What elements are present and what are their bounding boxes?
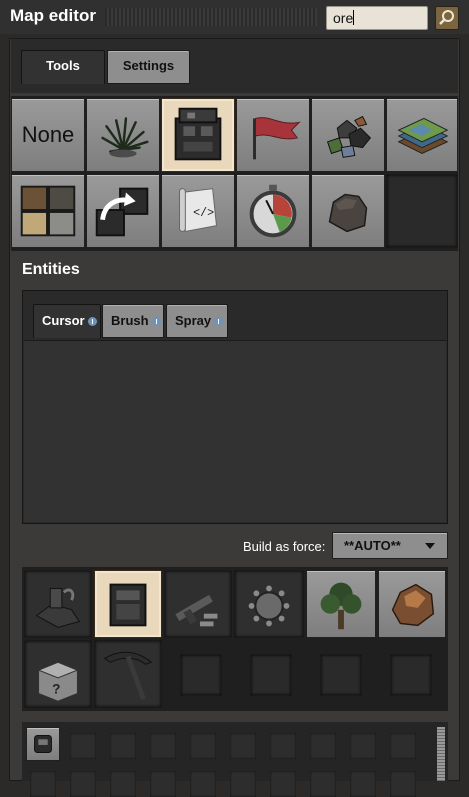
item-slot-empty xyxy=(390,733,416,759)
window-title: Map editor xyxy=(10,6,96,25)
subtab-content xyxy=(24,340,446,522)
tool-decoratives-button[interactable] xyxy=(86,98,160,172)
tool-spawn-flag-button[interactable] xyxy=(236,98,310,172)
mystery-box-icon: ? xyxy=(37,661,79,702)
item-slot-empty xyxy=(310,733,336,759)
search-button[interactable] xyxy=(435,6,459,30)
entity-slot[interactable] xyxy=(306,570,376,638)
tab-tools[interactable]: Tools xyxy=(21,50,105,84)
item-slot-empty xyxy=(270,771,296,797)
chevron-down-icon xyxy=(425,543,435,549)
title-bar: Map editor ore xyxy=(0,0,469,34)
ore-rock-icon xyxy=(391,583,435,627)
spiked-mine-icon xyxy=(248,585,290,627)
entity-slot[interactable] xyxy=(24,570,92,638)
item-slot-empty xyxy=(70,733,96,759)
cliff-rock-icon xyxy=(328,193,368,233)
entity-slot-empty xyxy=(390,654,432,696)
item-slot-empty xyxy=(110,771,136,797)
subtab-spray-label: Spray xyxy=(175,313,212,328)
item-slot-empty xyxy=(70,771,96,797)
section-title-entities: Entities xyxy=(22,261,80,278)
item-slot-empty xyxy=(230,733,256,759)
search-icon xyxy=(439,10,454,25)
entity-slot-empty xyxy=(180,654,222,696)
tool-entities-button[interactable] xyxy=(161,98,235,172)
entity-slot[interactable] xyxy=(234,570,304,638)
tab-settings[interactable]: Settings xyxy=(107,50,190,84)
item-slot-empty xyxy=(310,771,336,797)
drag-handle[interactable] xyxy=(105,8,317,26)
red-flag-icon xyxy=(253,117,301,160)
svg-text:?: ? xyxy=(52,681,60,696)
wreck-icon xyxy=(35,587,81,628)
entity-slot[interactable]: ? xyxy=(24,640,92,708)
terrain-tiles-icon xyxy=(20,185,76,237)
info-icon xyxy=(151,317,161,326)
tool-scripting-button[interactable]: </> xyxy=(161,174,235,248)
chest-machine-icon xyxy=(109,583,147,627)
item-slot-empty xyxy=(350,771,376,797)
svg-text:</>: </> xyxy=(193,206,214,220)
item-slot-empty xyxy=(190,771,216,797)
entity-slot[interactable] xyxy=(94,640,162,708)
item-slot-empty xyxy=(350,733,376,759)
tool-tiles-button[interactable] xyxy=(386,98,458,172)
tool-none-button[interactable]: None xyxy=(11,98,85,172)
item-slot[interactable] xyxy=(26,727,60,761)
subtab-brush[interactable]: Brush xyxy=(102,304,164,338)
item-slot-empty xyxy=(110,733,136,759)
item-slot-empty xyxy=(390,771,416,797)
tool-cliffs-button[interactable] xyxy=(311,174,385,248)
tree-icon xyxy=(320,582,362,630)
item-slot-empty xyxy=(270,733,296,759)
entity-slot[interactable] xyxy=(164,570,232,638)
clone-stamp-icon xyxy=(95,187,149,237)
item-icon xyxy=(34,735,52,753)
info-icon xyxy=(214,317,224,326)
scrollbar[interactable] xyxy=(437,727,445,781)
entity-slot-selected[interactable] xyxy=(94,570,162,638)
decorative-plant-icon xyxy=(101,117,149,158)
search-value: ore xyxy=(333,10,354,26)
item-slot-empty xyxy=(30,771,56,797)
tool-terrain-button[interactable] xyxy=(11,174,85,248)
resources-ore-icon xyxy=(326,115,372,158)
tool-resources-button[interactable] xyxy=(311,98,385,172)
force-dropdown-value: **AUTO** xyxy=(344,538,401,553)
tool-empty-slot xyxy=(386,174,458,248)
tool-none-label: None xyxy=(21,122,75,147)
pickaxe-icon xyxy=(103,651,153,701)
item-slot-empty xyxy=(150,771,176,797)
tiles-icon xyxy=(397,117,449,155)
subtab-spray[interactable]: Spray xyxy=(166,304,228,338)
subtab-brush-label: Brush xyxy=(111,313,149,328)
tool-clone-button[interactable] xyxy=(86,174,160,248)
tool-time-button[interactable] xyxy=(236,174,310,248)
script-icon: </> xyxy=(179,188,218,233)
force-dropdown[interactable]: **AUTO** xyxy=(332,532,448,559)
subtab-cursor[interactable]: Cursor xyxy=(33,304,101,338)
search-input[interactable]: ore xyxy=(326,6,428,30)
item-slot-empty xyxy=(230,771,256,797)
weapons-icon xyxy=(175,594,218,627)
item-slot-empty xyxy=(150,733,176,759)
entity-slot-empty xyxy=(320,654,362,696)
text-caret xyxy=(353,10,355,25)
info-icon xyxy=(87,317,97,326)
entity-editor-icon xyxy=(174,107,222,161)
stopwatch-icon xyxy=(249,184,297,238)
force-label: Build as force: xyxy=(243,539,326,554)
entity-slot-empty xyxy=(250,654,292,696)
item-slot-empty xyxy=(190,733,216,759)
subtab-cursor-label: Cursor xyxy=(42,313,85,328)
entity-slot[interactable] xyxy=(378,570,446,638)
